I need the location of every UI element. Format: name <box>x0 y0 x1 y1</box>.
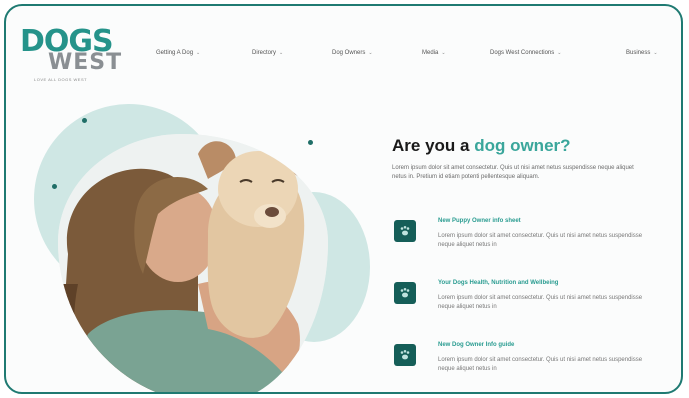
nav-item-getting-a-dog[interactable]: Getting A Dog ⌄ <box>156 50 200 56</box>
feature-description: Lorem ipsum dolor sit amet consectetur. … <box>438 233 643 248</box>
chevron-down-icon: ⌄ <box>653 50 658 56</box>
heading-main-text: Are you a <box>392 136 475 155</box>
paw-icon <box>394 282 416 304</box>
heading-accent-text: dog owner? <box>474 136 571 155</box>
section-intro: Lorem ipsum dolor sit amet consectetur. … <box>392 165 634 180</box>
chevron-down-icon: ⌄ <box>368 50 373 56</box>
feature-title[interactable]: New Dog Owner Info guide <box>438 342 514 348</box>
nav-item-business[interactable]: Business ⌄ <box>626 50 658 56</box>
nav-item-media[interactable]: Media ⌄ <box>422 50 446 56</box>
page-frame: DOGS WEST LOVE ALL DOGS WEST Getting A D… <box>4 4 683 394</box>
logo-west-text: WEST <box>48 50 123 75</box>
feature-description: Lorem ipsum dolor sit amet consectetur. … <box>438 295 643 310</box>
feature-title[interactable]: Your Dogs Health, Nutrition and Wellbein… <box>438 280 558 286</box>
nav-item-dog-owners[interactable]: Dog Owners ⌄ <box>332 50 373 56</box>
nav-item-dogs-west-connections[interactable]: Dogs West Connections ⌄ <box>490 50 561 56</box>
decorative-dot <box>52 184 57 189</box>
feature-title[interactable]: New Puppy Owner info sheet <box>438 218 521 224</box>
chevron-down-icon: ⌄ <box>557 50 562 56</box>
chevron-down-icon: ⌄ <box>441 50 446 56</box>
logo-tagline: LOVE ALL DOGS WEST <box>34 77 88 82</box>
decorative-dot <box>308 140 313 145</box>
paw-icon <box>394 220 416 242</box>
feature-item[interactable]: Your Dogs Health, Nutrition and Wellbein… <box>392 280 662 316</box>
section-heading: Are you a dog owner? <box>392 136 662 156</box>
feature-item[interactable]: New Dog Owner Info guide Lorem ipsum dol… <box>392 342 662 378</box>
nav-item-directory[interactable]: Directory ⌄ <box>252 50 283 56</box>
feature-description: Lorem ipsum dolor sit amet consectetur. … <box>438 357 643 372</box>
main-nav: Getting A Dog ⌄ Directory ⌄ Dog Owners ⌄ Me… <box>156 50 676 64</box>
decorative-dot <box>82 118 87 123</box>
chevron-down-icon: ⌄ <box>196 50 201 56</box>
feature-item[interactable]: New Puppy Owner info sheet Lorem ipsum d… <box>392 218 662 254</box>
dog-owner-section: Are you a dog owner? Lorem ipsum dolor s… <box>392 136 662 372</box>
hero-photo-woman-with-dog <box>58 134 328 392</box>
paw-icon <box>394 344 416 366</box>
chevron-down-icon: ⌄ <box>279 50 284 56</box>
brand-logo[interactable]: DOGS WEST LOVE ALL DOGS WEST <box>20 24 130 84</box>
